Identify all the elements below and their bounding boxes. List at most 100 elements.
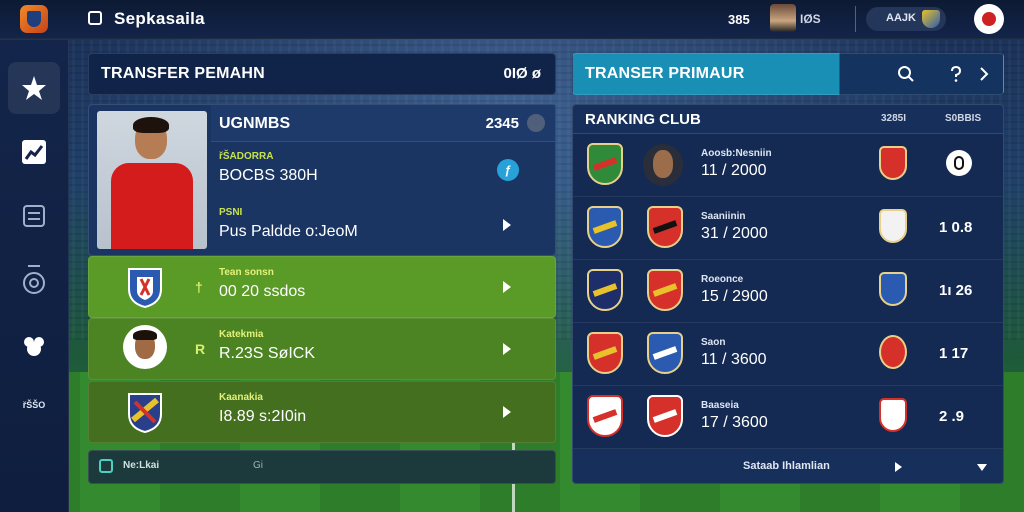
footer-label: Ne:Lkai bbox=[123, 460, 160, 471]
club-crest-icon bbox=[587, 332, 623, 374]
profile-icon bbox=[982, 12, 996, 26]
club-crest-icon bbox=[879, 272, 907, 306]
club-label: AAJK bbox=[886, 12, 916, 24]
chevron-right-icon[interactable] bbox=[503, 281, 511, 293]
player-photo bbox=[97, 111, 207, 249]
ranking-panel: RANKING CLUB 3285I S0BBIS Aoosb:Nesniin … bbox=[572, 104, 1004, 484]
info-icon[interactable]: ƒ bbox=[497, 159, 519, 181]
row-value: R.23S SøICK bbox=[219, 345, 316, 362]
app-logo[interactable] bbox=[20, 5, 48, 33]
club-crest-icon bbox=[879, 209, 907, 243]
transfer-row[interactable]: Kaanakia I8.89 s:2I0in bbox=[88, 381, 556, 443]
player-label-2: PSNI bbox=[219, 207, 243, 218]
club-crest-icon bbox=[647, 269, 683, 311]
transfer-row[interactable]: † Tean sonsn 00 20 ssdos bbox=[88, 256, 556, 318]
sidebar-item-star[interactable] bbox=[8, 62, 60, 114]
ranking-footer[interactable]: Sataab Ihlamlian bbox=[573, 451, 1003, 483]
club-crest-icon bbox=[879, 146, 907, 180]
sidebar: řŠŠO bbox=[0, 40, 69, 512]
club-crest-icon bbox=[647, 206, 683, 248]
ranking-title: RANKING CLUB bbox=[585, 111, 701, 128]
chevron-down-icon[interactable] bbox=[977, 464, 987, 471]
player-id: 2345 bbox=[485, 115, 519, 132]
footer-sub: Gi bbox=[253, 460, 263, 471]
sidebar-item-scout[interactable] bbox=[8, 254, 60, 306]
ranking-col-2: S0BBIS bbox=[945, 113, 982, 124]
row-marker: † bbox=[195, 279, 203, 295]
manager-avatar[interactable] bbox=[770, 4, 796, 32]
player-avatar bbox=[123, 325, 167, 369]
player-value-2: Pus Paldde o:JeoM bbox=[219, 223, 358, 240]
scout-icon bbox=[23, 265, 45, 294]
chevron-right-icon[interactable] bbox=[975, 65, 993, 83]
options-icon[interactable] bbox=[527, 114, 545, 132]
player-value-1: BOCBS 380H bbox=[219, 167, 318, 184]
club-crest-icon bbox=[128, 393, 162, 434]
row-value: 15 / 2900 bbox=[701, 288, 768, 305]
club-icon bbox=[24, 337, 44, 356]
club-crest-icon bbox=[587, 395, 623, 437]
ranking-row[interactable]: Roeonce 15 / 2900 1ı 26 bbox=[573, 260, 1003, 323]
club-crest-icon bbox=[587, 269, 623, 311]
chevron-right-icon[interactable] bbox=[503, 343, 511, 355]
chevron-right-icon[interactable] bbox=[503, 219, 511, 231]
star-icon bbox=[22, 76, 46, 100]
ranking-row[interactable]: Aoosb:Nesniin 11 / 2000 bbox=[573, 134, 1003, 197]
list-icon bbox=[23, 205, 45, 227]
ranking-row[interactable]: Saon 11 / 3600 1 17 bbox=[573, 323, 1003, 386]
row-label: Baaseia bbox=[701, 400, 739, 411]
sidebar-item-club[interactable] bbox=[8, 320, 60, 372]
club-crest-icon bbox=[647, 395, 683, 437]
manager-stat: IØS bbox=[800, 12, 821, 26]
app-title: Sepkasaila bbox=[114, 9, 205, 28]
player-label-1: řŠADORRA bbox=[219, 151, 274, 162]
transfer-header: TRANSFER PEMAHN 0IØ ø bbox=[88, 53, 556, 95]
row-score: 1 17 bbox=[939, 345, 969, 362]
club-selector[interactable]: AAJK bbox=[866, 7, 946, 31]
ranking-row[interactable]: Baaseia 17 / 3600 2 .9 bbox=[573, 386, 1003, 449]
row-score: 2 .9 bbox=[939, 408, 965, 425]
search-icon[interactable] bbox=[897, 65, 915, 83]
row-value: 11 / 2000 bbox=[701, 162, 767, 179]
row-label: Tean sonsn bbox=[219, 267, 274, 278]
help-icon[interactable] bbox=[947, 65, 965, 83]
row-value: 11 / 3600 bbox=[701, 351, 767, 368]
sidebar-item-chart[interactable] bbox=[8, 126, 60, 178]
ranking-row[interactable]: Saaniinin 31 / 2000 1 0.8 bbox=[573, 197, 1003, 260]
top-bar: Sepkasaila 385 IØS AAJK bbox=[0, 0, 1024, 39]
row-label: Aoosb:Nesniin bbox=[701, 148, 772, 159]
row-label: Kaanakia bbox=[219, 392, 263, 403]
transfer-title: TRANSFER PEMAHN bbox=[101, 65, 265, 82]
row-label: Roeonce bbox=[701, 274, 744, 285]
row-label: Katekmia bbox=[219, 329, 264, 340]
row-value: 31 / 2000 bbox=[701, 225, 768, 242]
transfer-row[interactable]: R Katekmia R.23S SøICK bbox=[88, 318, 556, 380]
ranking-header: TRANSER PRIMAUR bbox=[572, 53, 1004, 95]
filter-icon bbox=[99, 459, 113, 473]
row-marker: R bbox=[195, 341, 206, 357]
row-value: I8.89 s:2I0in bbox=[219, 408, 307, 425]
sidebar-item-list[interactable] bbox=[8, 190, 60, 242]
menu-icon[interactable] bbox=[88, 11, 102, 25]
row-score: 1ı 26 bbox=[939, 282, 973, 299]
club-crest-icon bbox=[587, 143, 623, 185]
coin-count: 385 bbox=[728, 12, 750, 27]
player-name: UGNMBS bbox=[219, 115, 291, 132]
chevron-right-icon[interactable] bbox=[895, 462, 902, 472]
chart-icon bbox=[22, 140, 46, 164]
club-crest-icon bbox=[879, 398, 907, 432]
club-crest-icon bbox=[128, 268, 162, 309]
club-crest-icon bbox=[587, 206, 623, 248]
transfer-footer[interactable]: Ne:Lkai Gi bbox=[88, 450, 556, 484]
profile-button[interactable] bbox=[974, 4, 1004, 34]
club-crest-icon bbox=[922, 10, 940, 28]
row-label: Saon bbox=[701, 337, 726, 348]
player-card[interactable]: UGNMBS 2345 řŠADORRA BOCBS 380H ƒ PSNI P… bbox=[88, 104, 556, 256]
transfer-count: 0IØ ø bbox=[503, 65, 541, 82]
row-value: 17 / 3600 bbox=[701, 414, 768, 431]
ranking-table-header: RANKING CLUB 3285I S0BBIS bbox=[573, 105, 1003, 134]
chevron-right-icon[interactable] bbox=[503, 406, 511, 418]
divider bbox=[855, 6, 856, 32]
row-label: Saaniinin bbox=[701, 211, 746, 222]
ranking-header-title: TRANSER PRIMAUR bbox=[585, 65, 745, 82]
